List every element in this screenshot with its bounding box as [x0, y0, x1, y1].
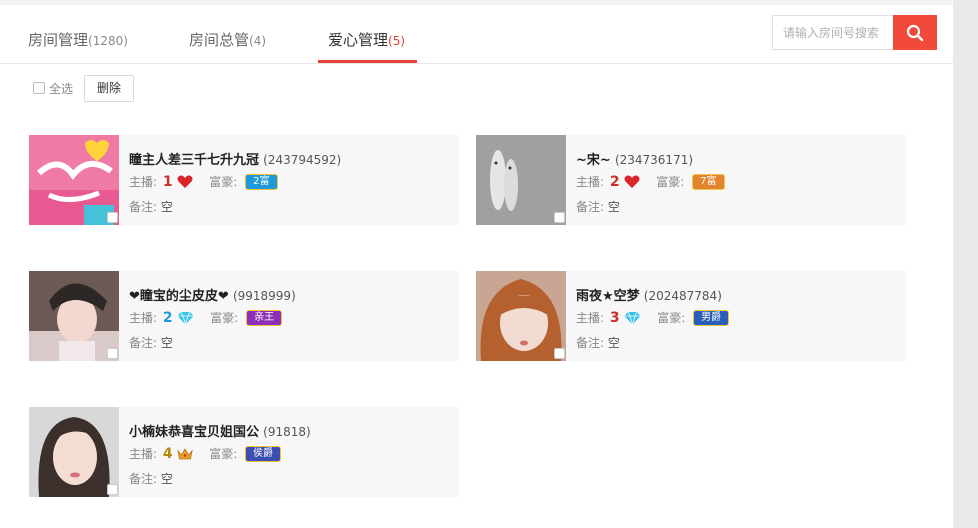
remark-label: 备注:	[129, 200, 158, 214]
search-button[interactable]	[893, 15, 937, 50]
user-card[interactable]: 雨夜★空梦 (202487784) 主播: 3 富豪: 男爵 备注: 空	[476, 271, 906, 361]
diamond-icon	[177, 311, 194, 325]
rich-badge: 7富	[692, 173, 725, 190]
tab-room-supervisor[interactable]: 房间总管(4)	[189, 29, 266, 50]
rich-label: 富豪:	[209, 447, 238, 461]
user-name: 小楠妹恭喜宝贝姐国公	[129, 425, 260, 440]
card-checkbox[interactable]	[107, 212, 118, 223]
anchor-level: 1	[162, 173, 173, 190]
tab-count: (5)	[388, 34, 406, 48]
level-row: 主播: 2 富豪: 亲王	[129, 309, 283, 327]
level-row: 主播: 4 富豪: 侯爵	[129, 445, 282, 463]
level-row: 主播: 1 富豪: 2富	[129, 173, 278, 191]
anchor-level: 2	[609, 173, 620, 190]
diamond-icon	[624, 311, 641, 325]
anchor-label: 主播:	[129, 311, 158, 325]
remark-label: 备注:	[129, 336, 158, 350]
level-row: 主播: 2 富豪: 7富	[576, 173, 725, 191]
tab-label: 爱心管理	[328, 31, 389, 49]
rich-badge: 亲王	[246, 309, 283, 326]
user-id: (91818)	[263, 425, 311, 439]
remark-row: 备注: 空	[129, 334, 173, 351]
tab-bar: 房间管理(1280) 房间总管(4) 爱心管理(5)	[0, 5, 953, 64]
user-id: (243794592)	[263, 153, 342, 167]
card-checkbox[interactable]	[107, 484, 118, 495]
remark-value: 空	[607, 200, 620, 214]
user-name: ~宋~	[576, 153, 611, 168]
card-title: ~宋~ (234736171)	[576, 149, 693, 168]
card-title: 雨夜★空梦 (202487784)	[576, 285, 722, 304]
remark-value: 空	[160, 472, 173, 486]
rich-label: 富豪:	[656, 175, 685, 189]
card-title: 瞳主人差三千七升九冠 (243794592)	[129, 149, 341, 168]
tab-count: (1280)	[88, 34, 128, 48]
remark-value: 空	[607, 336, 620, 350]
card-title: 小楠妹恭喜宝贝姐国公 (91818)	[129, 421, 311, 440]
user-card[interactable]: 瞳主人差三千七升九冠 (243794592) 主播: 1 富豪: 2富 备注: …	[29, 135, 459, 225]
rich-badge: 男爵	[693, 309, 730, 326]
crown-icon	[177, 447, 194, 459]
search-icon	[906, 24, 924, 42]
user-id: (234736171)	[614, 153, 694, 167]
remark-value: 空	[160, 336, 173, 350]
avatar[interactable]	[476, 135, 566, 225]
user-card[interactable]: ❤瞳宝的尘皮皮❤ (9918999) 主播: 2 富豪: 亲王 备注: 空	[29, 271, 459, 361]
remark-row: 备注: 空	[129, 470, 173, 487]
anchor-label: 主播:	[129, 175, 158, 189]
anchor-label: 主播:	[576, 175, 605, 189]
card-checkbox[interactable]	[554, 212, 565, 223]
remark-row: 备注: 空	[129, 198, 173, 215]
toolbar: 全选 删除	[0, 65, 953, 109]
delete-button[interactable]: 删除	[84, 75, 134, 102]
level-row: 主播: 3 富豪: 男爵	[576, 309, 730, 327]
select-all-checkbox[interactable]	[33, 82, 45, 94]
remark-label: 备注:	[576, 336, 605, 350]
tab-label: 房间总管	[189, 31, 250, 49]
tab-room-management[interactable]: 房间管理(1280)	[28, 29, 128, 50]
rich-label: 富豪:	[657, 311, 686, 325]
anchor-level: 2	[162, 309, 173, 326]
anchor-level: 3	[609, 309, 620, 326]
card-checkbox[interactable]	[554, 348, 565, 359]
user-name: 雨夜★空梦	[576, 289, 640, 304]
card-checkbox[interactable]	[107, 348, 118, 359]
tab-count: (4)	[249, 34, 267, 48]
heart-icon	[177, 175, 193, 188]
user-card[interactable]: 小楠妹恭喜宝贝姐国公 (91818) 主播: 4 富豪: 侯爵 备注: 空	[29, 407, 459, 497]
anchor-level: 4	[162, 445, 173, 462]
rich-label: 富豪:	[210, 311, 239, 325]
remark-label: 备注:	[576, 200, 605, 214]
remark-row: 备注: 空	[576, 334, 620, 351]
anchor-label: 主播:	[576, 311, 605, 325]
rich-badge: 2富	[245, 173, 278, 190]
user-id: (202487784)	[643, 289, 722, 303]
user-id: (9918999)	[232, 289, 296, 303]
heart-icon	[624, 175, 640, 188]
user-name: 瞳主人差三千七升九冠	[129, 153, 260, 168]
avatar[interactable]	[476, 271, 566, 361]
user-card[interactable]: ~宋~ (234736171) 主播: 2 富豪: 7富 备注: 空	[476, 135, 906, 225]
user-name: ❤瞳宝的尘皮皮❤	[129, 289, 229, 304]
tab-love-management[interactable]: 爱心管理(5)	[328, 29, 405, 50]
rich-badge: 侯爵	[245, 445, 282, 462]
rich-label: 富豪:	[209, 175, 238, 189]
search-input[interactable]	[772, 15, 893, 50]
tab-label: 房间管理	[28, 31, 89, 49]
remark-label: 备注:	[129, 472, 158, 486]
avatar[interactable]	[29, 407, 119, 497]
active-tab-indicator	[318, 60, 417, 63]
card-title: ❤瞳宝的尘皮皮❤ (9918999)	[129, 285, 296, 304]
avatar[interactable]	[29, 271, 119, 361]
main-panel: 房间管理(1280) 房间总管(4) 爱心管理(5) 全选 删除 瞳主人差三千七…	[0, 5, 953, 528]
remark-row: 备注: 空	[576, 198, 620, 215]
avatar[interactable]	[29, 135, 119, 225]
remark-value: 空	[160, 200, 173, 214]
select-all-label[interactable]: 全选	[49, 80, 73, 97]
anchor-label: 主播:	[129, 447, 158, 461]
